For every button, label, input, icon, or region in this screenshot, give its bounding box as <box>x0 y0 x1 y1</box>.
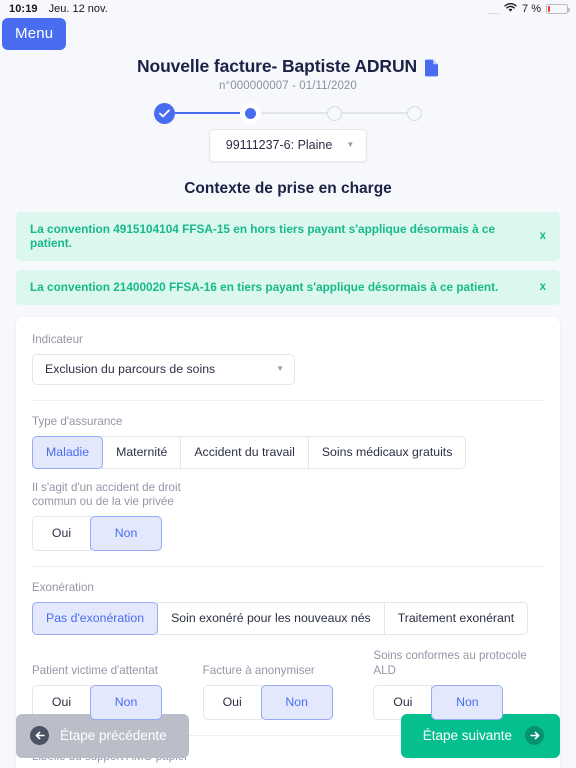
step-3-pending[interactable] <box>326 105 342 121</box>
site-select-wrapper: 99111237-6: Plaine ▼ <box>0 129 576 162</box>
close-icon[interactable]: x <box>532 230 546 242</box>
accident-option-non[interactable]: Non <box>90 516 162 552</box>
field-facture-anonymiser: Facture à anonymiser Oui Non <box>202 649 374 721</box>
menu-button[interactable]: Menu <box>2 18 67 50</box>
section-title: Contexte de prise en charge <box>184 180 392 197</box>
site-select[interactable]: 99111237-6: Plaine ▼ <box>208 129 368 162</box>
field-type-assurance: Type d'assurance Maladie Maternité Accid… <box>32 415 544 469</box>
alert-message: La convention 21400020 FFSA-16 en tiers … <box>30 280 499 294</box>
attentat-option-non[interactable]: Non <box>90 685 162 721</box>
protocole-ald-option-non[interactable]: Non <box>431 685 504 721</box>
exoneration-option-nouveaux-nes[interactable]: Soin exonéré pour les nouveaux nés <box>157 602 385 636</box>
next-step-label: Étape suivante <box>422 728 512 743</box>
field-label-type-assurance: Type d'assurance <box>32 414 123 428</box>
indicateur-value: Exclusion du parcours de soins <box>45 362 216 377</box>
alert-message: La convention 4915104104 FFSA-15 en hors… <box>30 222 496 250</box>
check-icon <box>159 109 170 117</box>
step-connector-2 <box>261 111 327 115</box>
title-row: Nouvelle facture- Baptiste ADRUN <box>0 56 576 77</box>
document-icon[interactable] <box>424 59 439 77</box>
anonymiser-option-non[interactable]: Non <box>260 685 333 721</box>
type-assurance-option-maternite[interactable]: Maternité <box>102 435 182 469</box>
step-connector-3 <box>341 111 407 115</box>
type-assurance-option-soins-gratuits[interactable]: Soins médicaux gratuits <box>307 435 467 469</box>
chevron-down-icon: ▼ <box>346 140 355 149</box>
field-accident-droit-commun: Il s'agit d'un accident de droit commun … <box>32 481 544 552</box>
previous-step-label: Étape précédente <box>60 728 167 743</box>
divider <box>32 399 544 401</box>
type-assurance-option-accident-travail[interactable]: Accident du travail <box>180 435 309 469</box>
step-4-pending[interactable] <box>406 105 422 121</box>
signal-dots-icon: .... <box>488 6 500 16</box>
previous-step-button[interactable]: Étape précédente <box>16 714 189 758</box>
alert-list: La convention 4915104104 FFSA-15 en hors… <box>0 212 576 305</box>
field-label-protocole-ald: Soins conformes au protocole ALD <box>373 649 527 678</box>
field-label-indicateur: Indicateur <box>32 333 83 346</box>
alert-banner: La convention 4915104104 FFSA-15 en hors… <box>16 212 560 261</box>
footer-actions: Étape précédente Étape suivante <box>0 714 576 758</box>
step-connector-1 <box>175 111 241 115</box>
step-progress-bar <box>154 102 422 124</box>
step-2-active[interactable] <box>240 102 262 124</box>
divider <box>32 566 544 568</box>
type-assurance-segmented: Maladie Maternité Accident du travail So… <box>32 435 467 469</box>
status-bar-indicators: .... 7 % <box>488 2 570 16</box>
arrow-right-icon <box>525 726 544 745</box>
type-assurance-option-maladie[interactable]: Maladie <box>32 435 104 469</box>
alert-banner: La convention 21400020 FFSA-16 en tiers … <box>16 270 560 305</box>
field-patient-attentat: Patient victime d'attentat Oui Non <box>32 649 203 721</box>
indicateur-select[interactable]: Exclusion du parcours de soins ▼ <box>32 353 295 385</box>
field-label-accident: Il s'agit d'un accident de droit commun … <box>32 480 181 509</box>
close-icon[interactable]: x <box>532 281 546 293</box>
status-bar-date: Jeu. 12 nov. <box>48 3 108 15</box>
exoneration-option-pas-exoneration[interactable]: Pas d'exonération <box>32 602 159 636</box>
exoneration-segmented: Pas d'exonération Soin exonéré pour les … <box>32 602 529 636</box>
battery-icon <box>546 4 570 14</box>
chevron-down-icon: ▼ <box>276 364 284 374</box>
accident-option-oui[interactable]: Oui <box>32 516 91 552</box>
battery-percent-label: 7 % <box>522 3 541 15</box>
field-indicateur: Indicateur Exclusion du parcours de soin… <box>32 333 544 385</box>
field-label-anonymiser: Facture à anonymiser <box>202 664 315 678</box>
page-title: Nouvelle facture- Baptiste ADRUN <box>136 56 418 76</box>
invoice-subtitle: n°000000007 - 01/11/2020 <box>219 80 357 92</box>
arrow-left-icon <box>30 726 49 745</box>
field-label-exoneration: Exonération <box>32 581 94 595</box>
field-exoneration: Exonération Pas d'exonération Soin exoné… <box>32 581 544 636</box>
page-header: Nouvelle facture- Baptiste ADRUN n°00000… <box>0 18 576 198</box>
next-step-button[interactable]: Étape suivante <box>400 714 560 758</box>
wifi-icon <box>504 2 517 16</box>
field-label-attentat: Patient victime d'attentat <box>32 664 158 678</box>
status-bar-time: 10:19 <box>9 3 38 15</box>
site-select-value: 99111237-6: Plaine <box>225 138 333 152</box>
form-card: Indicateur Exclusion du parcours de soin… <box>16 317 560 768</box>
exoneration-option-traitement-exonerant[interactable]: Traitement exonérant <box>383 602 529 636</box>
accident-toggle: Oui Non <box>32 516 162 552</box>
step-1-done[interactable] <box>154 102 175 124</box>
field-protocole-ald: Soins conformes au protocole ALD Oui Non <box>373 649 544 721</box>
toggle-row: Patient victime d'attentat Oui Non Factu… <box>32 649 544 721</box>
status-bar: 10:19 Jeu. 12 nov. .... 7 % <box>0 0 576 18</box>
